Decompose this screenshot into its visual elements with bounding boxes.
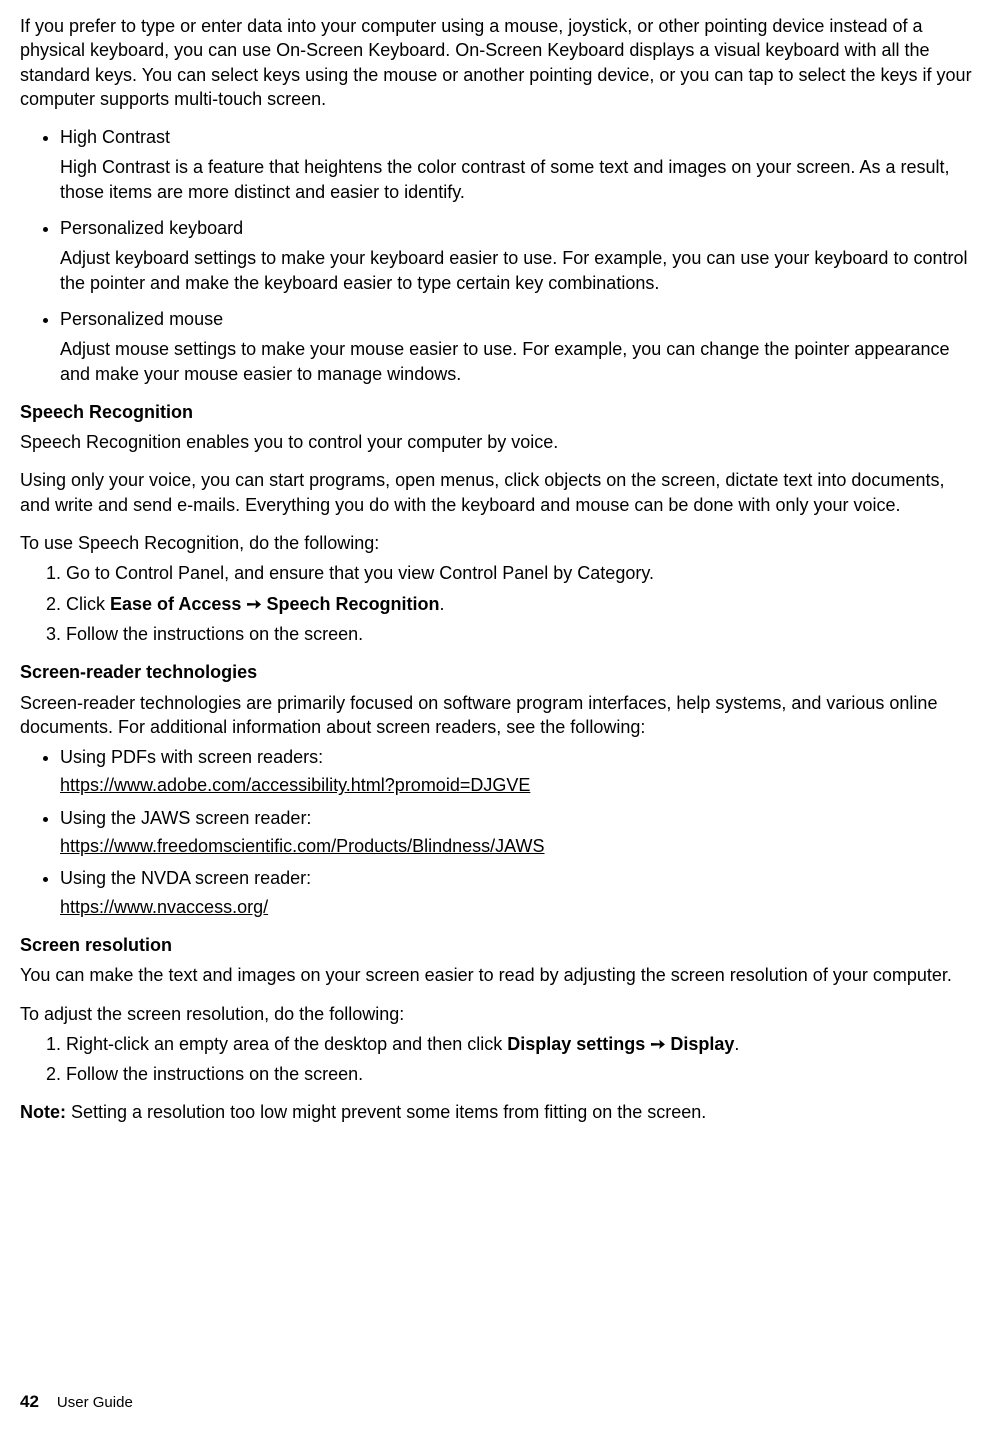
heading-speech-recognition: Speech Recognition: [20, 400, 979, 424]
reader-item-label: Using the JAWS screen reader:: [60, 806, 979, 830]
feature-bullets: High Contrast High Contrast is a feature…: [20, 125, 979, 386]
page-content: If you prefer to type or enter data into…: [0, 0, 999, 1438]
resolution-step-2: Follow the instructions on the screen.: [66, 1062, 979, 1086]
resolution-note: Note: Setting a resolution too low might…: [20, 1100, 979, 1124]
step-text: .: [440, 594, 445, 614]
bullet-title: High Contrast: [60, 125, 979, 149]
reader-link-jaws[interactable]: https://www.freedomscientific.com/Produc…: [60, 836, 545, 856]
speech-p3: To use Speech Recognition, do the follow…: [20, 531, 979, 555]
reader-item-nvda: Using the NVDA screen reader: https://ww…: [60, 866, 979, 919]
page-number: 42: [20, 1392, 39, 1411]
reader-item-pdf: Using PDFs with screen readers: https://…: [60, 745, 979, 798]
step-text: .: [734, 1034, 739, 1054]
reader-link-pdf[interactable]: https://www.adobe.com/accessibility.html…: [60, 775, 530, 795]
speech-step-3: Follow the instructions on the screen.: [66, 622, 979, 646]
resolution-steps: Right-click an empty area of the desktop…: [20, 1032, 979, 1087]
note-label: Note:: [20, 1102, 71, 1122]
page-footer: 42 User Guide: [20, 1391, 133, 1414]
bullet-personalized-mouse: Personalized mouse Adjust mouse settings…: [60, 307, 979, 386]
bullet-personalized-keyboard: Personalized keyboard Adjust keyboard se…: [60, 216, 979, 295]
note-body: Setting a resolution too low might preve…: [71, 1102, 706, 1122]
bullet-high-contrast: High Contrast High Contrast is a feature…: [60, 125, 979, 204]
step-text: Click: [66, 594, 110, 614]
reader-link-nvda[interactable]: https://www.nvaccess.org/: [60, 897, 268, 917]
bullet-title: Personalized mouse: [60, 307, 979, 331]
speech-step-1: Go to Control Panel, and ensure that you…: [66, 561, 979, 585]
heading-screen-reader: Screen-reader technologies: [20, 660, 979, 684]
reader-item-label: Using the NVDA screen reader:: [60, 866, 979, 890]
intro-paragraph: If you prefer to type or enter data into…: [20, 14, 979, 111]
bullet-title: Personalized keyboard: [60, 216, 979, 240]
footer-doc-title: User Guide: [57, 1394, 133, 1411]
resolution-p2: To adjust the screen resolution, do the …: [20, 1002, 979, 1026]
step-bold: Speech Recognition: [267, 594, 440, 614]
bullet-body: Adjust mouse settings to make your mouse…: [60, 337, 979, 386]
reader-links: Using PDFs with screen readers: https://…: [20, 745, 979, 919]
step-bold: Display: [670, 1034, 734, 1054]
bullet-body: Adjust keyboard settings to make your ke…: [60, 246, 979, 295]
reader-p1: Screen-reader technologies are primarily…: [20, 691, 979, 740]
reader-item-jaws: Using the JAWS screen reader: https://ww…: [60, 806, 979, 859]
speech-step-2: Click Ease of Access ➙ Speech Recognitio…: [66, 592, 979, 616]
reader-item-label: Using PDFs with screen readers:: [60, 745, 979, 769]
speech-p1: Speech Recognition enables you to contro…: [20, 430, 979, 454]
speech-steps: Go to Control Panel, and ensure that you…: [20, 561, 979, 646]
bullet-body: High Contrast is a feature that heighten…: [60, 155, 979, 204]
arrow-icon: ➙: [241, 594, 266, 614]
step-bold: Display settings: [507, 1034, 645, 1054]
speech-p2: Using only your voice, you can start pro…: [20, 468, 979, 517]
arrow-icon: ➙: [645, 1034, 670, 1054]
resolution-p1: You can make the text and images on your…: [20, 963, 979, 987]
resolution-step-1: Right-click an empty area of the desktop…: [66, 1032, 979, 1056]
heading-screen-resolution: Screen resolution: [20, 933, 979, 957]
step-text: Right-click an empty area of the desktop…: [66, 1034, 507, 1054]
step-bold: Ease of Access: [110, 594, 241, 614]
